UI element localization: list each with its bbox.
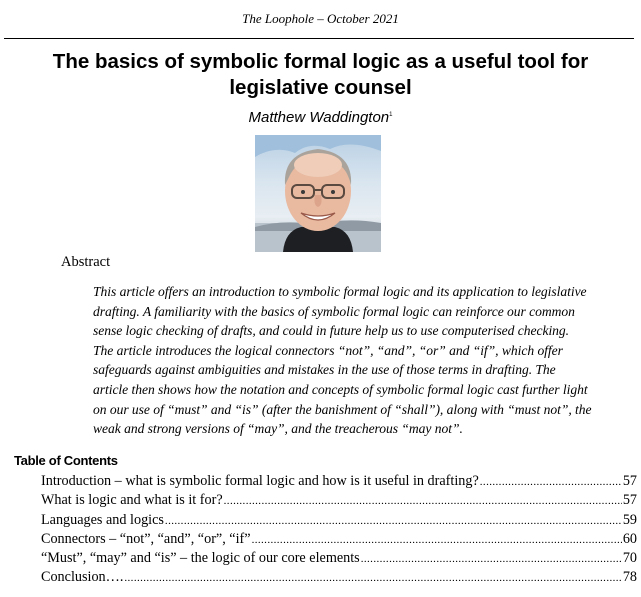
author-byline: Matthew Waddington1: [0, 109, 641, 126]
abstract-line: article then shows how the notation and …: [93, 381, 588, 397]
header-rule: [4, 38, 634, 39]
abstract-body: This article offers an introduction to s…: [93, 282, 638, 439]
toc-leader-dots: [165, 515, 622, 527]
toc-entry-page[interactable]: 70: [623, 550, 637, 567]
toc-entry-what-is-logic[interactable]: What is logic and what is it for? 57: [41, 492, 637, 511]
portrait-illustration: [255, 135, 381, 252]
abstract-line: The article introduces the logical conne…: [93, 342, 563, 358]
toc-entry-label[interactable]: Conclusion….: [41, 569, 123, 586]
toc-entry-conclusion[interactable]: Conclusion…. 78: [41, 569, 637, 588]
toc-entry-label[interactable]: What is logic and what is it for?: [41, 492, 223, 509]
author-photo: [255, 135, 381, 252]
toc-leader-dots: [224, 495, 622, 507]
title-line-2: legislative counsel: [229, 76, 412, 99]
abstract-line: on our use of “must” and “is” (after the…: [93, 401, 592, 417]
abstract-heading: Abstract: [61, 254, 111, 270]
toc-entry-must-may-is[interactable]: “Must”, “may” and “is” – the logic of ou…: [41, 550, 637, 569]
toc-entry-label[interactable]: Introduction – what is symbolic formal l…: [41, 473, 479, 490]
toc-leader-dots: [480, 476, 622, 488]
toc-entry-languages[interactable]: Languages and logics 59: [41, 512, 637, 531]
toc-leader-dots: [252, 534, 622, 546]
abstract-line: safeguards against ambiguities and mista…: [93, 362, 556, 378]
article-title: The basics of symbolic formal logic as a…: [0, 49, 641, 101]
title-line-1: The basics of symbolic formal logic as a…: [52, 50, 589, 73]
abstract-line: sense logic checking of drafts, and coul…: [93, 323, 570, 339]
toc-entry-page[interactable]: 57: [623, 492, 637, 509]
toc-entry-label[interactable]: “Must”, “may” and “is” – the logic of ou…: [41, 550, 360, 567]
toc-entry-page[interactable]: 78: [623, 569, 637, 586]
abstract-line: drafting. A familiarity with the basics …: [93, 303, 575, 319]
footnote-marker[interactable]: 1: [389, 112, 392, 118]
toc-leader-dots: [361, 553, 622, 565]
toc-heading: Table of Contents: [14, 453, 118, 468]
table-of-contents: Introduction – what is symbolic formal l…: [41, 473, 637, 589]
toc-leader-dots: [124, 572, 621, 584]
toc-entry-page[interactable]: 60: [623, 531, 637, 548]
toc-entry-page[interactable]: 59: [623, 512, 637, 529]
toc-entry-label[interactable]: Languages and logics: [41, 512, 164, 529]
author-name: Matthew Waddington: [248, 109, 390, 126]
toc-entry-introduction[interactable]: Introduction – what is symbolic formal l…: [41, 473, 637, 492]
running-header: The Loophole – October 2021: [242, 11, 399, 26]
toc-entry-page[interactable]: 57: [623, 473, 637, 490]
abstract-line: This article offers an introduction to s…: [93, 284, 587, 299]
toc-entry-connectors[interactable]: Connectors – “not”, “and”, “or”, “if” 60: [41, 531, 637, 550]
abstract-line: weak and strong versions of “may”, and t…: [93, 421, 463, 437]
toc-entry-label[interactable]: Connectors – “not”, “and”, “or”, “if”: [41, 531, 251, 548]
